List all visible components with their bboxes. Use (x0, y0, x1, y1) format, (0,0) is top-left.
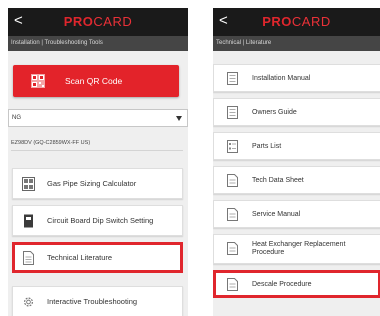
service-manual-item[interactable]: Service Manual (213, 200, 380, 228)
document-icon (227, 208, 238, 221)
literature-item-label: Installation Manual (252, 74, 311, 82)
app-header: < PROCARD (8, 8, 188, 36)
book-icon (227, 106, 238, 119)
dip-switch-icon (24, 214, 33, 228)
literature-item-label: Service Manual (252, 210, 301, 218)
literature-item-label: Heat Exchanger Replacement Procedure (252, 241, 346, 256)
gear-icon (23, 297, 34, 307)
troubleshooting-tools-screen: < PROCARD Installation | Troubleshooting… (8, 8, 188, 316)
descale-procedure-item[interactable]: Descale Procedure (213, 270, 380, 298)
logo-pro: PRO (262, 14, 292, 29)
owners-guide-item[interactable]: Owners Guide (213, 98, 380, 126)
logo-card: CARD (93, 14, 133, 29)
tile-label: Circuit Board Dip Switch Setting (47, 216, 154, 225)
document-icon (227, 174, 238, 187)
document-icon (23, 251, 34, 265)
procard-logo: PROCARD (213, 15, 380, 29)
procard-logo: PROCARD (8, 15, 188, 29)
tile-label: Interactive Troubleshooting (47, 297, 138, 306)
tile-label: Gas Pipe Sizing Calculator (47, 179, 137, 188)
scan-qr-code-button[interactable]: Scan QR Code (13, 65, 179, 97)
qr-code-icon (31, 74, 45, 88)
literature-item-label: Tech Data Sheet (252, 176, 304, 184)
tech-data-sheet-item[interactable]: Tech Data Sheet (213, 166, 380, 194)
circuit-board-dip-switch-button[interactable]: Circuit Board Dip Switch Setting (12, 205, 183, 236)
fuel-type-select[interactable]: NG (8, 109, 188, 127)
logo-pro: PRO (63, 14, 94, 29)
list-icon (227, 140, 238, 153)
model-number: EZ98DV (GQ-C2859WX-FF US) (11, 140, 91, 146)
breadcrumb: Installation | Troubleshooting Tools (8, 36, 188, 51)
scan-qr-code-label: Scan QR Code (65, 76, 123, 86)
calculator-icon (22, 177, 35, 191)
literature-item-label: Descale Procedure (252, 280, 312, 288)
document-icon (227, 242, 238, 255)
literature-item-label: Parts List (252, 142, 282, 150)
technical-literature-button[interactable]: Technical Literature (12, 242, 183, 273)
document-icon (227, 278, 238, 291)
divider (11, 150, 183, 151)
app-header: < PROCARD (213, 8, 380, 36)
fuel-type-value: NG (12, 115, 21, 121)
interactive-troubleshooting-button[interactable]: Interactive Troubleshooting (12, 286, 183, 316)
heat-exchanger-replacement-procedure-item[interactable]: Heat Exchanger Replacement Procedure (213, 234, 380, 264)
caret-down-icon (176, 116, 182, 121)
logo-card: CARD (291, 14, 331, 29)
technical-literature-screen: < PROCARD Technical | Literature Install… (213, 8, 380, 316)
breadcrumb: Technical | Literature (213, 36, 380, 51)
tile-label: Technical Literature (47, 253, 113, 262)
literature-item-label: Owners Guide (252, 108, 297, 116)
gas-pipe-sizing-calculator-button[interactable]: Gas Pipe Sizing Calculator (12, 168, 183, 199)
parts-list-item[interactable]: Parts List (213, 132, 380, 160)
book-icon (227, 72, 238, 85)
installation-manual-item[interactable]: Installation Manual (213, 64, 380, 92)
